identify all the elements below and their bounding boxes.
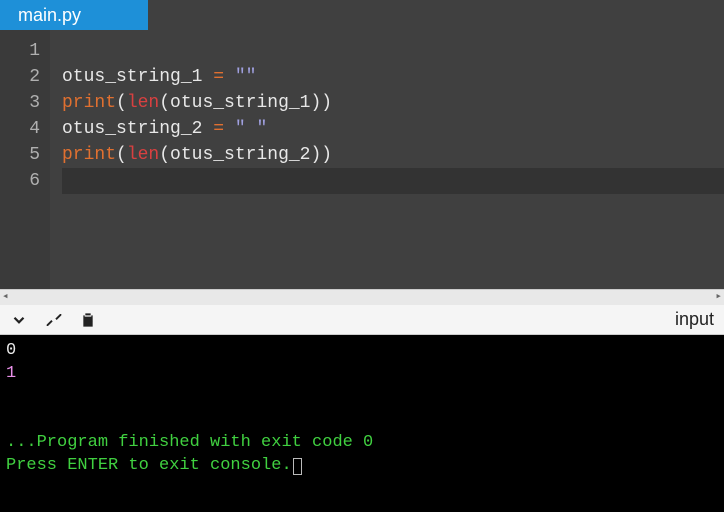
- console-line: 1: [6, 364, 16, 383]
- cursor: [293, 458, 302, 475]
- console-toolbar: input: [0, 305, 724, 335]
- code-area[interactable]: otus_string_1 = ""print(len(otus_string_…: [50, 30, 724, 289]
- console-prompt: Press ENTER to exit console.: [6, 456, 292, 475]
- code-editor[interactable]: 123456 otus_string_1 = ""print(len(otus_…: [0, 30, 724, 289]
- line-number-gutter: 123456: [0, 30, 50, 289]
- clipboard-icon[interactable]: [80, 311, 96, 329]
- input-label: input: [675, 309, 714, 330]
- console-finished: ...Program finished with exit code 0: [6, 433, 373, 452]
- horizontal-scrollbar[interactable]: [0, 289, 724, 305]
- chevron-down-icon[interactable]: [10, 311, 28, 329]
- console-output[interactable]: 0 1 ...Program finished with exit code 0…: [0, 335, 724, 512]
- console-line: 0: [6, 341, 16, 360]
- expand-icon[interactable]: [46, 312, 62, 328]
- tab-main-py[interactable]: main.py: [0, 0, 148, 30]
- tab-label: main.py: [18, 5, 81, 26]
- tab-bar: main.py: [0, 0, 724, 30]
